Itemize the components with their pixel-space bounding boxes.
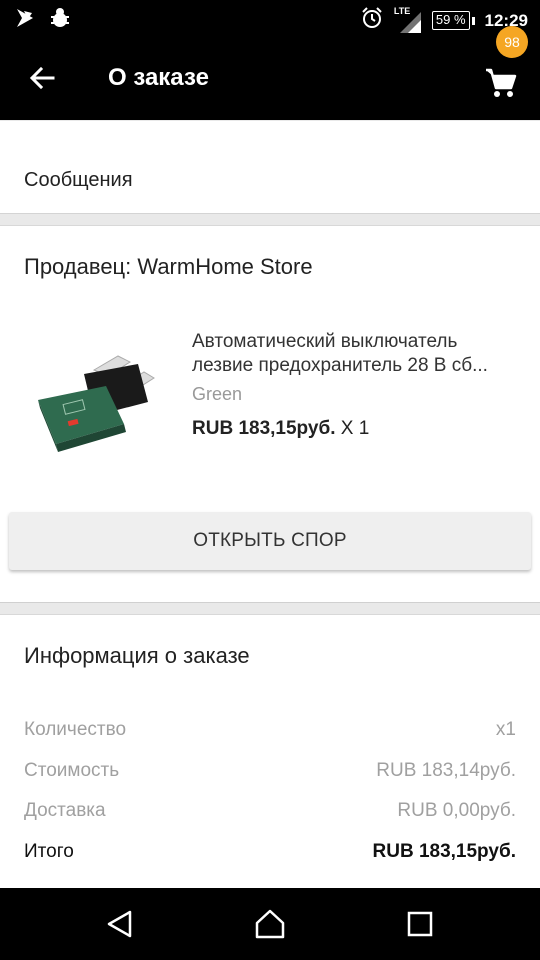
seller-card: Продавец: WarmHome Store Автоматический …: [0, 225, 540, 603]
product-price-line: RUB 183,15руб. X 1: [192, 418, 369, 440]
nav-back-icon: [107, 910, 132, 938]
nav-recents-button[interactable]: [398, 904, 442, 944]
order-row-value: x1: [495, 719, 516, 740]
order-info-card: Информация о заказе Количество x1 Стоимо…: [0, 614, 540, 888]
product-title-line1: Автоматический выключатель: [192, 331, 458, 352]
seller-name[interactable]: Продавец: WarmHome Store: [24, 254, 313, 280]
order-row-value: RUB 183,14руб.: [376, 760, 516, 781]
battery-icon: 59 %: [431, 11, 475, 30]
page-title: О заказе: [108, 64, 209, 91]
messages-label: Сообщения: [24, 169, 133, 191]
order-row-label: Доставка: [24, 800, 106, 821]
product-price: RUB 183,15руб.: [192, 418, 336, 439]
status-bar: LTE 59 % 12:29: [0, 0, 540, 36]
order-row-label: Количество: [24, 719, 127, 740]
product-title-line2: лезвие предохранитель 28 В сб...: [192, 355, 488, 376]
order-row-cost: Стоимость RUB 183,14руб.: [24, 760, 516, 788]
android-debug-icon: [50, 7, 70, 34]
order-info-title: Информация о заказе: [24, 643, 250, 668]
order-row-label: Итого: [24, 841, 74, 862]
product-variant: Green: [192, 384, 243, 404]
cart-count-badge: 98: [496, 26, 528, 58]
nav-back-button[interactable]: [98, 904, 142, 944]
lte-signal-icon: LTE: [394, 6, 422, 34]
order-row-quantity: Количество x1: [24, 719, 516, 747]
app-bar: О заказе 98: [0, 26, 540, 120]
back-button[interactable]: [22, 58, 62, 98]
order-row-total: Итого RUB 183,15руб.: [24, 841, 516, 869]
order-row-value: RUB 0,00руб.: [397, 800, 516, 821]
order-row-value: RUB 183,15руб.: [372, 841, 517, 862]
product-image[interactable]: [34, 350, 158, 454]
nav-recents-icon: [407, 911, 433, 937]
product-quantity: X 1: [335, 418, 370, 439]
product-title[interactable]: Автоматический выключатель лезвие предох…: [192, 330, 522, 378]
back-arrow-icon: [29, 66, 55, 90]
messages-row[interactable]: Сообщения: [0, 121, 540, 214]
nav-home-icon: [255, 909, 285, 939]
open-dispute-button[interactable]: ОТКРЫТЬ СПОР: [9, 512, 531, 570]
order-row-shipping: Доставка RUB 0,00руб.: [24, 800, 516, 828]
cart-button[interactable]: [482, 58, 526, 102]
cart-icon: [486, 68, 517, 97]
nav-home-button[interactable]: [248, 904, 292, 944]
alarm-icon: [360, 6, 384, 35]
order-row-label: Стоимость: [24, 760, 120, 781]
battery-level: 59 %: [431, 11, 470, 30]
signal-app-icon: [14, 7, 36, 34]
system-nav-bar: [0, 888, 540, 960]
